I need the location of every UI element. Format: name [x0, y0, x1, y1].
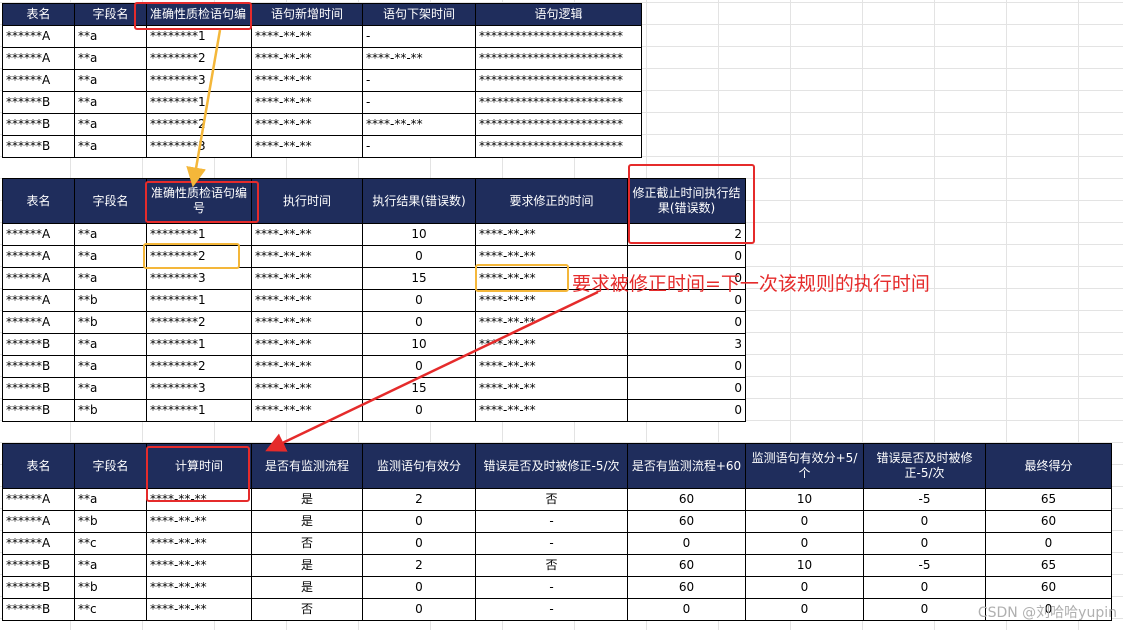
- red-arrow: [265, 290, 599, 452]
- annotation-arrows: [186, 29, 599, 452]
- orange-arrow: [186, 29, 222, 188]
